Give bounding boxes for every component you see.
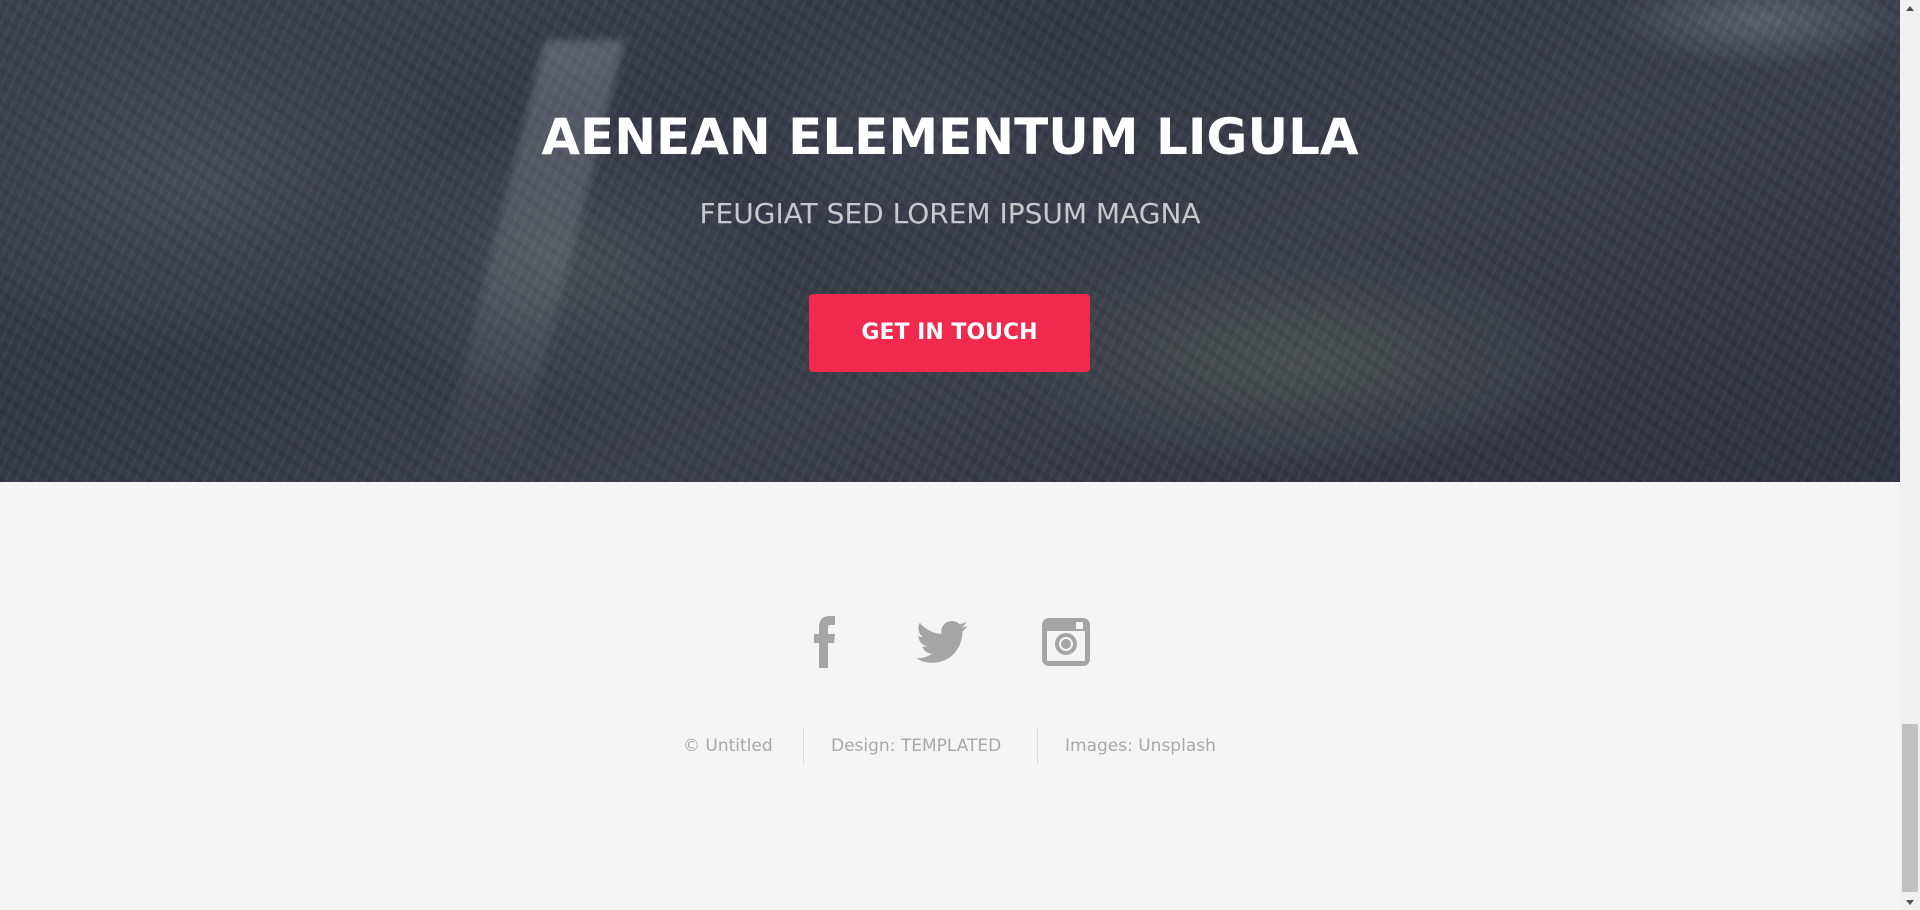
- copyright: © Untitled Design: TEMPLATED Images: Uns…: [0, 728, 1900, 764]
- instagram-icon: [1042, 618, 1090, 666]
- social-icons: [0, 614, 1900, 674]
- copyright-owner: © Untitled: [683, 736, 773, 756]
- scroll-down-arrow-icon[interactable]: [1900, 894, 1920, 910]
- vertical-scrollbar[interactable]: [1900, 0, 1920, 910]
- instagram-link[interactable]: [1038, 614, 1094, 670]
- copyright-design: Design: TEMPLATED: [831, 728, 1001, 764]
- twitter-link[interactable]: [914, 614, 970, 670]
- images-link[interactable]: Images: Unsplash: [1065, 736, 1216, 756]
- hero-banner: AENEAN ELEMENTUM LIGULA FEUGIAT SED LORE…: [0, 0, 1900, 482]
- scroll-up-arrow-icon[interactable]: [1900, 0, 1920, 16]
- banner-content: AENEAN ELEMENTUM LIGULA FEUGIAT SED LORE…: [0, 0, 1900, 482]
- facebook-icon: [814, 616, 835, 668]
- footer: © Untitled Design: TEMPLATED Images: Uns…: [0, 482, 1900, 910]
- page: AENEAN ELEMENTUM LIGULA FEUGIAT SED LORE…: [0, 0, 1920, 910]
- twitter-icon: [916, 621, 968, 663]
- banner-subtitle: FEUGIAT SED LOREM IPSUM MAGNA: [699, 197, 1201, 230]
- design-link[interactable]: Design: TEMPLATED: [831, 736, 1001, 756]
- copyright-divider: [803, 728, 804, 764]
- copyright-divider: [1037, 728, 1038, 764]
- copyright-images: Images: Unsplash: [1065, 728, 1216, 764]
- facebook-link[interactable]: [797, 614, 853, 670]
- scrollbar-thumb[interactable]: [1902, 724, 1918, 892]
- banner-title: AENEAN ELEMENTUM LIGULA: [541, 108, 1359, 166]
- get-in-touch-button[interactable]: GET IN TOUCH: [809, 294, 1090, 372]
